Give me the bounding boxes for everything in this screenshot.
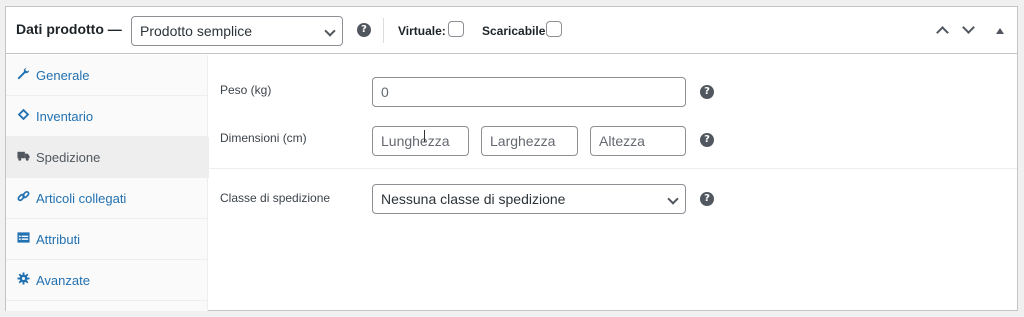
help-icon[interactable]: ?: [357, 23, 371, 37]
weight-label: Peso (kg): [220, 83, 272, 97]
tab-label: Articoli collegati: [36, 191, 127, 206]
tab-label: Attributi: [36, 232, 81, 247]
length-input[interactable]: Lunghezza: [372, 126, 469, 156]
tab-generale[interactable]: Generale: [6, 55, 208, 96]
help-icon[interactable]: ?: [700, 133, 714, 147]
product-data-panel: Dati prodotto — Prodotto semplice ? Virt…: [5, 6, 1018, 311]
length-placeholder: Lunghezza: [381, 133, 450, 149]
tab-avanzate[interactable]: Avanzate: [6, 260, 208, 301]
virtual-checkbox[interactable]: [448, 21, 464, 37]
dimensions-label: Dimensioni (cm): [220, 131, 307, 145]
downloadable-checkbox[interactable]: [546, 21, 562, 37]
gear-icon: [17, 272, 30, 285]
downloadable-label: Scaricabile:: [482, 24, 550, 38]
product-type-select[interactable]: Prodotto semplice: [131, 16, 343, 46]
height-placeholder: Altezza: [599, 133, 645, 149]
shipping-class-select[interactable]: Nessuna classe di spedizione: [372, 184, 686, 214]
tag-icon: [17, 108, 30, 121]
list-view-icon: [17, 232, 30, 243]
virtual-label: Virtuale:: [398, 24, 446, 38]
tab-spedizione[interactable]: Spedizione: [6, 137, 209, 178]
move-up-icon[interactable]: [936, 26, 949, 39]
link-icon: [17, 190, 30, 202]
tab-attributi[interactable]: Attributi: [6, 219, 208, 260]
shipping-class-value: Nessuna classe di spedizione: [381, 191, 566, 207]
product-type-value: Prodotto semplice: [140, 23, 253, 39]
tab-label: Generale: [36, 68, 90, 83]
height-input[interactable]: Altezza: [590, 126, 686, 156]
weight-placeholder: 0: [381, 84, 389, 100]
tab-label: Avanzate: [36, 273, 90, 288]
move-down-icon[interactable]: [962, 21, 975, 34]
toggle-panel-icon[interactable]: [996, 28, 1004, 34]
chevron-down-icon: [667, 193, 679, 205]
help-icon[interactable]: ?: [700, 192, 714, 206]
tab-label: Spedizione: [36, 150, 101, 165]
wrench-icon: [17, 67, 30, 80]
width-placeholder: Larghezza: [490, 133, 556, 149]
product-data-tabs: Generale Inventario Spedizione Articoli …: [6, 55, 209, 311]
width-input[interactable]: Larghezza: [481, 126, 578, 156]
header-divider: [383, 18, 384, 43]
section-divider: [209, 168, 1017, 169]
panel-title: Dati prodotto —: [16, 21, 122, 37]
panel-header: Dati prodotto — Prodotto semplice ? Virt…: [6, 7, 1017, 54]
shipping-class-label: Classe di spedizione: [220, 191, 331, 205]
shipping-options-panel: Peso (kg) 0 ? Dimensioni (cm) Lunghezza …: [209, 55, 1017, 311]
truck-icon: [17, 151, 30, 161]
text-cursor-icon: [424, 130, 431, 142]
help-icon[interactable]: ?: [700, 85, 714, 99]
weight-input[interactable]: 0: [372, 77, 686, 107]
tab-inventario[interactable]: Inventario: [6, 96, 208, 137]
chevron-down-icon: [324, 25, 336, 37]
tab-articoli-collegati[interactable]: Articoli collegati: [6, 178, 208, 219]
tab-label: Inventario: [36, 109, 94, 124]
